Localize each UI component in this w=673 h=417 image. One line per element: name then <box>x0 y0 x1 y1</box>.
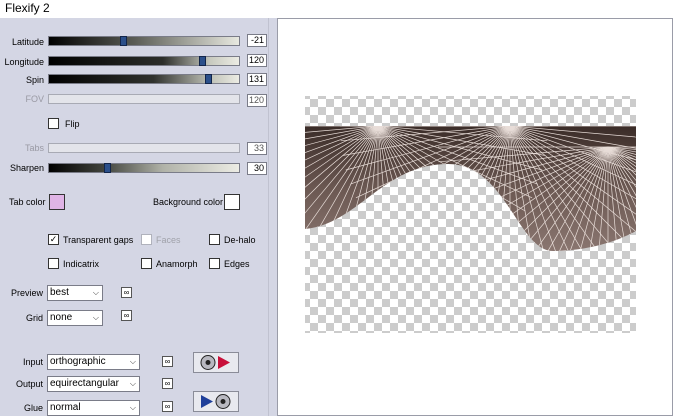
glue-label: Glue <box>23 403 43 413</box>
link-icon[interactable]: ∞ <box>121 287 132 298</box>
spin-slider-thumb[interactable] <box>205 74 212 84</box>
preview-dropdown-value: best <box>50 287 69 298</box>
anamorph-checkbox[interactable] <box>141 258 152 269</box>
link-icon[interactable]: ∞ <box>121 310 132 321</box>
output-label: Output <box>15 379 43 389</box>
link-icon[interactable]: ∞ <box>162 356 173 367</box>
sharpen-label: Sharpen <box>9 163 44 173</box>
glue-dropdown[interactable]: normal ⌵ <box>47 400 140 416</box>
chevron-down-icon: ⌵ <box>92 288 99 297</box>
flip-checkbox[interactable] <box>48 118 59 129</box>
window-title: Flexify 2 <box>5 1 50 15</box>
longitude-slider[interactable] <box>48 56 240 66</box>
tab-color-label: Tab color <box>9 197 46 207</box>
preview-label: Preview <box>10 288 43 298</box>
grid-dropdown[interactable]: none ⌵ <box>47 310 103 326</box>
chevron-down-icon: ⌵ <box>129 379 136 388</box>
title-bar: Flexify 2 <box>0 0 673 18</box>
indicatrix-label: Indicatrix <box>63 259 100 269</box>
de-halo-checkbox[interactable] <box>209 234 220 245</box>
panel-splitter[interactable] <box>268 18 277 416</box>
arrow-to-disc-icon <box>201 394 231 409</box>
tabs-slider <box>48 143 240 153</box>
disc-to-output-button[interactable] <box>193 352 239 373</box>
longitude-label: Longitude <box>4 57 44 67</box>
grid-label: Grid <box>25 313 43 323</box>
preview-image <box>305 96 636 333</box>
arrow-to-disc-button[interactable] <box>193 391 239 412</box>
background-color-label: Background color <box>153 197 224 207</box>
background-color-swatch[interactable] <box>224 194 240 210</box>
de-halo-label: De-halo <box>224 235 256 245</box>
input-label: Input <box>22 357 43 367</box>
flip-label: Flip <box>65 119 80 129</box>
fov-label: FOV <box>25 94 44 104</box>
preview-pane <box>277 18 673 416</box>
disc-to-output-icon <box>200 355 230 370</box>
controls-panel: Latitude -21 Longitude 120 Spin 131 FOV … <box>0 18 268 416</box>
latitude-value[interactable]: -21 <box>247 34 267 47</box>
transparent-gaps-checkbox[interactable]: ✓ <box>48 234 59 245</box>
chevron-down-icon: ⌵ <box>129 403 136 412</box>
spin-value[interactable]: 131 <box>247 73 267 86</box>
output-dropdown-value: equirectangular <box>50 378 119 389</box>
tab-color-swatch[interactable] <box>49 194 65 210</box>
edges-checkbox[interactable] <box>209 258 220 269</box>
sharpen-slider[interactable] <box>48 163 240 173</box>
indicatrix-checkbox[interactable] <box>48 258 59 269</box>
faces-checkbox <box>141 234 152 245</box>
input-dropdown-value: orthographic <box>50 356 106 367</box>
input-dropdown[interactable]: orthographic ⌵ <box>47 354 140 370</box>
faces-label: Faces <box>156 235 181 245</box>
longitude-value[interactable]: 120 <box>247 54 267 67</box>
chevron-down-icon: ⌵ <box>92 313 99 322</box>
spin-label: Spin <box>25 75 44 85</box>
transparent-gaps-label: Transparent gaps <box>63 235 134 245</box>
grid-dropdown-value: none <box>50 312 73 323</box>
edges-label: Edges <box>224 259 250 269</box>
tabs-value: 33 <box>247 142 267 155</box>
anamorph-label: Anamorph <box>156 259 198 269</box>
fov-value: 120 <box>247 94 267 107</box>
preview-dropdown[interactable]: best ⌵ <box>47 285 103 301</box>
latitude-slider[interactable] <box>48 36 240 46</box>
output-dropdown[interactable]: equirectangular ⌵ <box>47 376 140 392</box>
fov-slider <box>48 94 240 104</box>
longitude-slider-thumb[interactable] <box>199 56 206 66</box>
sharpen-slider-thumb[interactable] <box>104 163 111 173</box>
glue-dropdown-value: normal <box>50 402 81 413</box>
spin-slider[interactable] <box>48 74 240 84</box>
tabs-label: Tabs <box>24 143 44 153</box>
latitude-slider-thumb[interactable] <box>120 36 127 46</box>
latitude-label: Latitude <box>11 37 44 47</box>
chevron-down-icon: ⌵ <box>129 357 136 366</box>
link-icon[interactable]: ∞ <box>162 378 173 389</box>
link-icon[interactable]: ∞ <box>162 401 173 412</box>
sharpen-value[interactable]: 30 <box>247 162 267 175</box>
